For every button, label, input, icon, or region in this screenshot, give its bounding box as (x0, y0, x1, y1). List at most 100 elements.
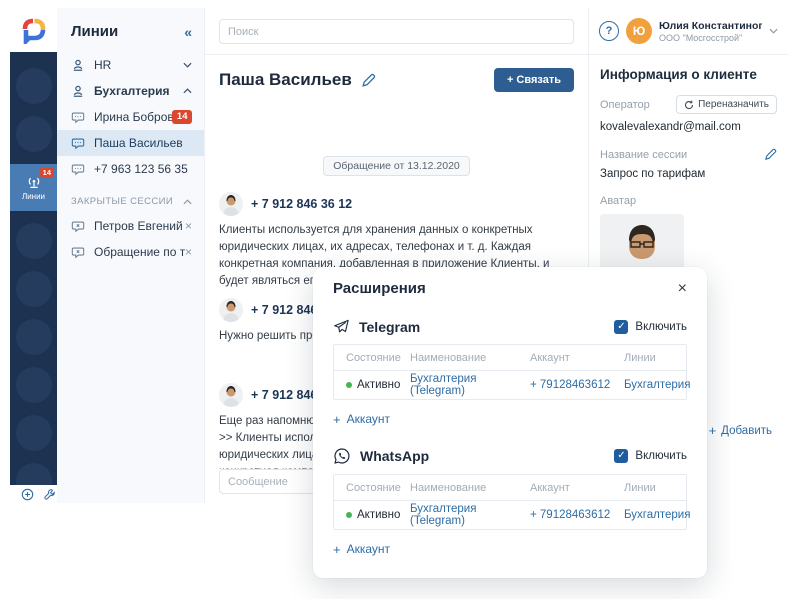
enable-checkbox-checked[interactable]: ✓ (614, 449, 629, 463)
refresh-icon (684, 100, 694, 110)
operator-email: kovalevalexandr@mail.com (600, 121, 741, 133)
left-rail: Линии 14 (10, 8, 57, 503)
rail-item-label: Линии (21, 191, 46, 201)
column-header: Состояние (346, 351, 401, 364)
user-menu[interactable]: Юлия Константинопольская ООО "Мосгосстро… (659, 20, 762, 43)
plus-icon: + (333, 541, 341, 557)
rail-avatar-placeholder[interactable] (15, 68, 52, 104)
rail-avatar-placeholder[interactable] (15, 116, 52, 152)
whatsapp-icon (333, 447, 351, 465)
message-avatar (219, 383, 243, 408)
link-client-button[interactable]: + Связать (493, 68, 574, 92)
session-label: Обращение по тар... (94, 245, 185, 259)
whatsapp-section-header: WhatsApp ✓ Включить (333, 447, 687, 465)
add-telegram-account-link[interactable]: + Аккаунт (333, 412, 687, 426)
extensions-modal: Расширения × Telegram ✓ Включить Состоян… (313, 267, 707, 578)
user-org: ООО "Мосгосстрой" (659, 32, 743, 43)
column-header: Состояние (346, 481, 401, 494)
add-circle-icon[interactable] (21, 488, 34, 501)
reassign-button[interactable]: Переназначить (676, 95, 777, 114)
chevron-down-icon[interactable] (183, 62, 192, 68)
line-link[interactable]: Бухгалтерия (624, 509, 690, 521)
group-label: Бухгалтерия (94, 84, 170, 98)
table-header-row: Состояние Наименование Аккаунт Линии (334, 475, 686, 501)
column-header: Аккаунт (530, 351, 570, 364)
chat-bubble-icon (71, 110, 86, 124)
line-link[interactable]: Бухгалтерия (624, 379, 690, 391)
account-name-link[interactable]: Бухгалтерия (Telegram) (410, 373, 530, 397)
lines-sidebar: Линии « HR Бухгалтерия Ирина Боброва 14 … (57, 8, 205, 503)
collapse-sidebar-icon[interactable]: « (184, 25, 192, 39)
rail-avatar-placeholder[interactable] (15, 319, 52, 355)
closed-session-petrov[interactable]: Петров Евгений × (57, 213, 204, 239)
table-row: Активно Бухгалтерия (Telegram) + 7912846… (334, 501, 690, 529)
rail-nav: Линии 14 (10, 52, 57, 485)
table-header-row: Состояние Наименование Аккаунт Линии (334, 345, 686, 371)
add-whatsapp-account-link[interactable]: + Аккаунт (333, 542, 687, 556)
close-modal-icon[interactable]: × (678, 280, 687, 297)
logo-icon (20, 16, 48, 44)
column-header: Аккаунт (530, 481, 570, 494)
status-active-dot (346, 382, 352, 388)
modal-title: Расширения (333, 280, 426, 297)
wrench-icon[interactable] (43, 488, 56, 501)
rail-avatar-placeholder[interactable] (15, 271, 52, 307)
operator-label: Оператор (600, 98, 650, 111)
client-name-title: Паша Васильев (219, 70, 352, 89)
rail-item-lines[interactable]: Линии 14 (10, 164, 57, 211)
unread-badge: 14 (172, 110, 192, 124)
telegram-accounts-table: Состояние Наименование Аккаунт Линии Акт… (333, 344, 690, 400)
message-avatar (219, 298, 243, 323)
edit-session-icon[interactable] (764, 148, 777, 161)
sidebar-group-accounting[interactable]: Бухгалтерия (57, 78, 204, 104)
enable-checkbox-checked[interactable]: ✓ (614, 319, 629, 334)
closed-session-request[interactable]: Обращение по тар... × (57, 239, 204, 265)
user-avatar[interactable]: Ю (626, 18, 652, 44)
table-row: Активно Бухгалтерия (Telegram) + 7912846… (334, 371, 690, 399)
conversation-date-chip: Обращение от 13.12.2020 (323, 156, 470, 176)
sidebar-header: Линии « (57, 8, 204, 52)
chevron-down-icon[interactable] (769, 28, 778, 34)
sidebar-group-hr[interactable]: HR (57, 52, 204, 78)
app-logo[interactable] (10, 8, 57, 52)
chat-bubble-closed-icon (71, 219, 86, 233)
account-phone-link[interactable]: + 79128463612 (530, 509, 624, 521)
chevron-up-icon[interactable] (183, 198, 192, 205)
rail-avatar-placeholder[interactable] (15, 223, 52, 259)
edit-name-icon[interactable] (361, 73, 376, 88)
session-label: Паша Васильев (94, 136, 183, 150)
account-name-link[interactable]: Бухгалтерия (Telegram) (410, 503, 530, 527)
client-info-title: Информация о клиенте (600, 67, 757, 82)
search-input[interactable] (219, 19, 574, 44)
help-icon[interactable]: ? (599, 21, 619, 41)
closed-sessions-label: ЗАКРЫТЫЕ СЕССИИ (71, 196, 174, 207)
plus-icon: + (333, 411, 341, 427)
status-text: Активно (357, 509, 401, 521)
account-header: ? Ю Юлия Константинопольская ООО "Мосгос… (589, 8, 788, 55)
group-label: HR (94, 58, 112, 72)
chat-header: Паша Васильев + Связать (205, 55, 588, 98)
message-avatar (219, 192, 243, 216)
rail-avatar-placeholder[interactable] (15, 463, 52, 485)
message-sender: + 7 912 846 36 12 (251, 197, 353, 211)
enable-label: Включить (635, 320, 687, 333)
sidebar-session-phone[interactable]: +7 963 123 56 35 (57, 156, 204, 182)
sidebar-title: Линии (71, 23, 119, 40)
session-label: +7 963 123 56 35 (94, 162, 188, 176)
rail-avatar-placeholder[interactable] (15, 367, 52, 403)
remove-session-icon[interactable]: × (185, 246, 192, 258)
account-phone-link[interactable]: + 79128463612 (530, 379, 624, 391)
rail-footer (10, 485, 57, 503)
rail-avatar-placeholder[interactable] (15, 415, 52, 451)
enable-label: Включить (635, 450, 687, 462)
sidebar-session-pasha-selected[interactable]: Паша Васильев (57, 130, 204, 156)
chat-bubble-icon (71, 136, 86, 150)
chat-bubble-closed-icon (71, 245, 86, 259)
session-name-label: Название сессии (600, 148, 688, 161)
page: Линии 14 Линии « HR Бухгалтерия Ирина Бо… (0, 0, 800, 599)
sidebar-session-irina[interactable]: Ирина Боброва 14 (57, 104, 204, 130)
person-icon (71, 84, 86, 98)
chevron-up-icon[interactable] (183, 88, 192, 94)
remove-session-icon[interactable]: × (185, 220, 192, 232)
add-extension-link[interactable]: + Добавить (709, 424, 772, 437)
